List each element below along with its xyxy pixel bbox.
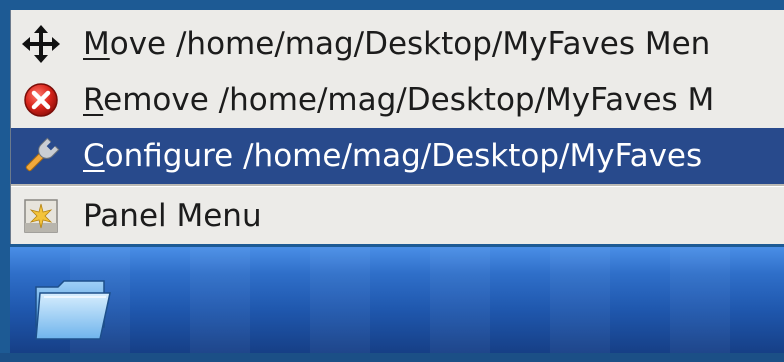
menu-separator [11, 184, 784, 187]
accelerator-letter: R [83, 82, 104, 118]
wrench-icon [21, 136, 61, 176]
accelerator-letter: M [83, 26, 110, 62]
folder-icon [30, 273, 114, 343]
accelerator-letter: C [83, 138, 105, 174]
menu-item-text: ove /home/mag/Desktop/MyFaves Men [109, 26, 711, 62]
folder-launcher-button[interactable] [30, 273, 114, 343]
menu-item-label: Panel Menu [83, 198, 262, 234]
menu-item-label: Move /home/mag/Desktop/MyFaves Men [83, 26, 710, 62]
menu-item-text: emove /home/mag/Desktop/MyFaves M [103, 82, 715, 118]
menu-item-remove[interactable]: Remove /home/mag/Desktop/MyFaves M [11, 72, 784, 128]
menu-item-label: Remove /home/mag/Desktop/MyFaves M [83, 82, 714, 118]
remove-red-x-icon [21, 80, 61, 120]
screen-bottom-edge [0, 353, 784, 362]
menu-item-text: onfigure /home/mag/Desktop/MyFaves [104, 138, 703, 174]
menu-item-label: Configure /home/mag/Desktop/MyFaves [83, 138, 702, 174]
context-menu: Move /home/mag/Desktop/MyFaves Men Remov… [10, 10, 784, 244]
move-arrows-icon [21, 24, 61, 64]
screen-frame: Move /home/mag/Desktop/MyFaves Men Remov… [0, 0, 784, 362]
menu-item-text: Panel Menu [83, 198, 262, 234]
menu-item-move[interactable]: Move /home/mag/Desktop/MyFaves Men [11, 16, 784, 72]
panel-menu-icon [21, 196, 61, 236]
panel-background [10, 247, 784, 353]
bottom-panel [10, 247, 784, 353]
menu-item-configure[interactable]: Configure /home/mag/Desktop/MyFaves [11, 128, 784, 184]
menu-item-panel-menu[interactable]: Panel Menu [11, 188, 784, 244]
